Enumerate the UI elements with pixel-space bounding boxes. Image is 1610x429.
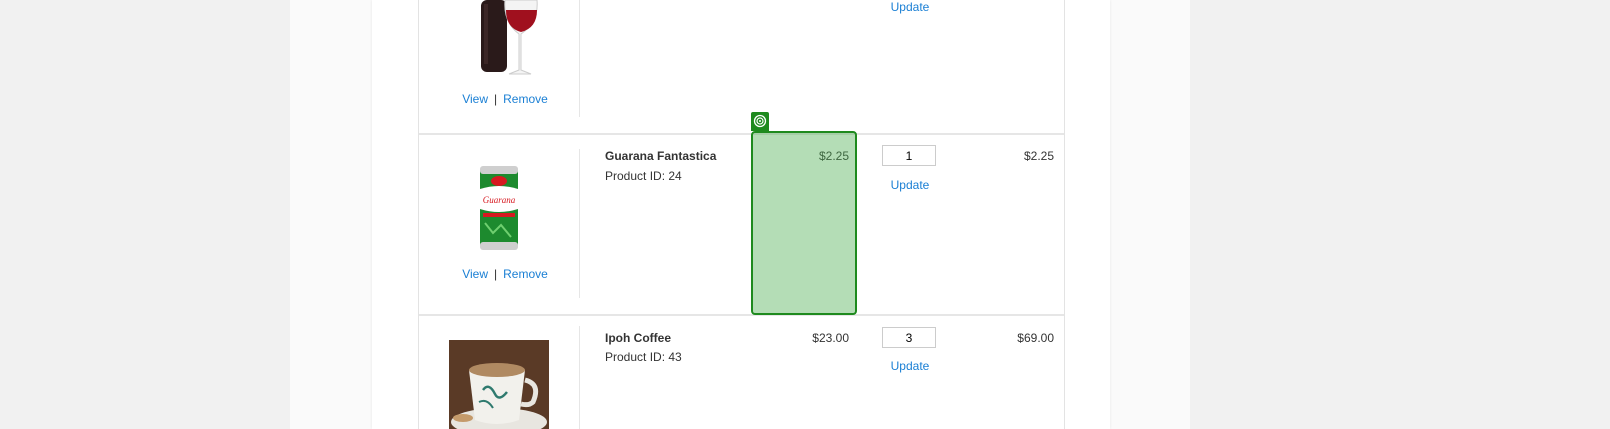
row-actions-guarana: View | Remove: [419, 267, 591, 281]
line-total: $2.25: [1023, 149, 1054, 163]
remove-link[interactable]: Remove: [503, 267, 548, 281]
separator: |: [493, 92, 498, 106]
view-link[interactable]: View: [462, 92, 488, 106]
update-link[interactable]: Update: [882, 0, 938, 14]
line-total: $69.00: [1017, 331, 1054, 345]
cart-table: View | Remove Update Guarana View | Remove G…: [418, 0, 1065, 429]
highlight-badge: [751, 112, 769, 131]
cart-row-guarana: Guarana View | Remove Guarana Fantastica P…: [419, 135, 1064, 313]
view-link[interactable]: View: [462, 267, 488, 281]
svg-text:Guarana: Guarana: [483, 195, 516, 205]
remove-link[interactable]: Remove: [503, 92, 548, 106]
separator: |: [493, 267, 498, 281]
cart-row-coffee: Ipoh Coffee Product ID: 43 $23.00 Update…: [419, 316, 1064, 429]
target-icon: [751, 114, 769, 128]
column-divider: [579, 149, 580, 298]
update-link[interactable]: Update: [882, 359, 938, 373]
product-image-guarana[interactable]: Guarana: [419, 163, 579, 253]
row-actions-wine: View | Remove: [419, 92, 591, 106]
price-column-highlight: [751, 131, 857, 315]
unit-price: $23.00: [812, 331, 849, 345]
quantity-input[interactable]: [882, 145, 936, 166]
product-id: Product ID: 43: [605, 350, 682, 364]
product-id: Product ID: 24: [605, 169, 682, 183]
column-divider: [579, 326, 580, 429]
quantity-input[interactable]: [882, 327, 936, 348]
product-image-coffee[interactable]: [419, 340, 579, 429]
update-link[interactable]: Update: [882, 178, 938, 192]
cart-row-wine: View | Remove Update: [419, 0, 1064, 133]
column-divider: [579, 0, 580, 117]
product-image-wine[interactable]: [419, 0, 579, 80]
product-name[interactable]: Ipoh Coffee: [605, 331, 671, 345]
product-name[interactable]: Guarana Fantastica: [605, 149, 716, 163]
